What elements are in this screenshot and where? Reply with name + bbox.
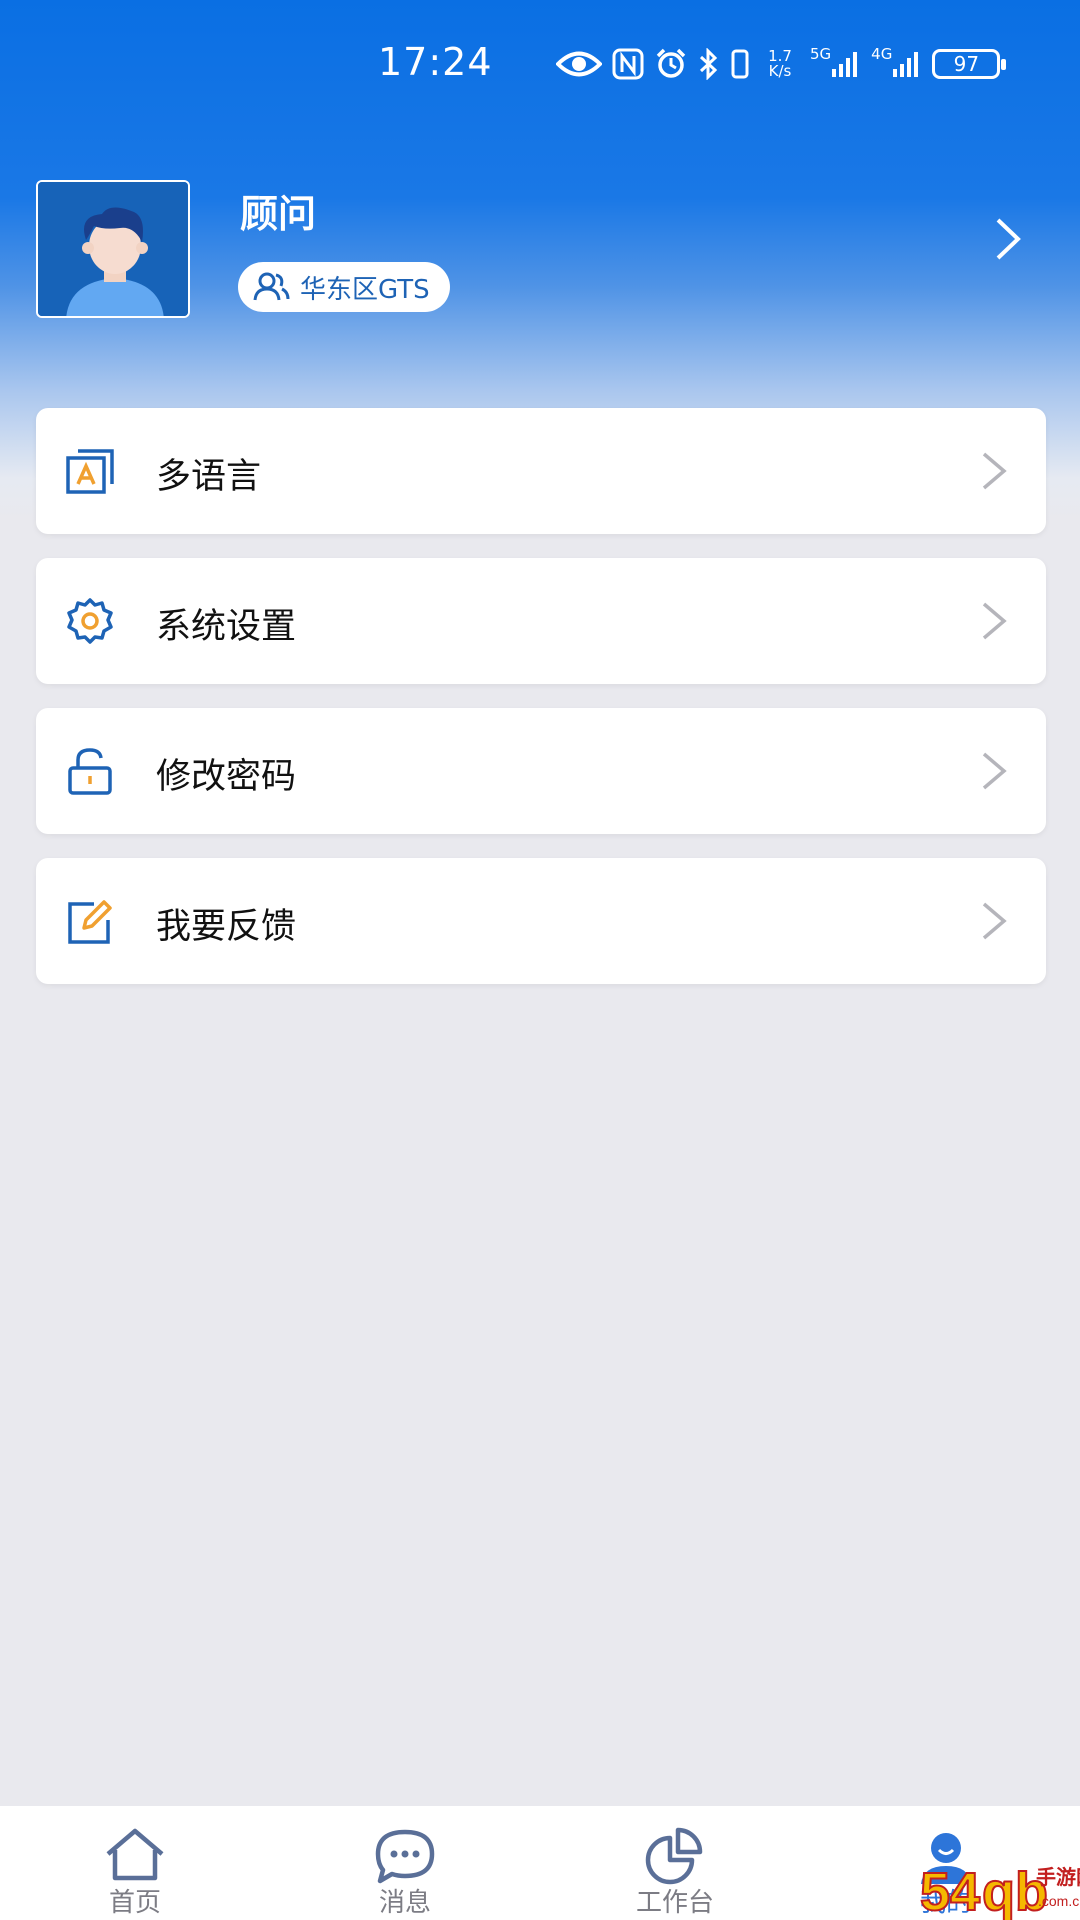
menu-item-system-settings[interactable]: 系统设置 [36,558,1046,684]
department-label: 华东区GTS [300,274,430,305]
battery-level: 97 [953,52,980,76]
unlock-icon [68,748,112,795]
translate-icon [66,449,114,494]
chat-icon [375,1829,435,1884]
signal2-label: 4G [871,45,893,63]
menu-item-language[interactable]: 多语言 [36,408,1046,534]
status-time: 17:24 [378,40,493,84]
chevron-right-icon [982,752,1007,790]
alarm-icon [654,42,688,86]
home-icon [106,1828,164,1881]
menu-label-system-settings: 系统设置 [156,607,297,647]
eye-icon [556,42,602,86]
menu-label-change-password: 修改密码 [156,757,297,797]
nav-label-messages: 消息 [378,1888,431,1918]
bottom-nav: 首页 消息 工作台 我的 [0,1806,1080,1920]
user-avatar-icon [38,182,188,316]
nav-label-workbench: 工作台 [635,1888,714,1918]
watermark-logo: 54 qb 手游网 .com.cn [919,1852,1080,1920]
nav-item-home[interactable]: 首页 [45,1806,225,1920]
svg-text:54: 54 [920,1862,980,1920]
battery-icon: 97 [932,42,1007,86]
menu-item-change-password[interactable]: 修改密码 [36,708,1046,834]
profile-chevron-icon[interactable] [990,214,1026,264]
nav-label-home: 首页 [108,1888,161,1918]
department-badge: 华东区GTS [238,262,450,312]
users-icon [253,272,290,301]
edit-icon [68,900,112,944]
nav-item-workbench[interactable]: 工作台 [585,1806,765,1920]
phone-vibrate-icon [730,42,750,86]
svg-text:手游网: 手游网 [1036,1865,1080,1889]
bluetooth-icon [698,42,720,86]
signal-icon: 5G [810,42,861,86]
avatar[interactable] [36,180,190,318]
chevron-right-icon [982,902,1007,940]
profile-screen: 17:24 1.7 K/s 5G 4G 97 顾问 华东区GTS 多语言 系统设… [0,0,1080,1920]
chevron-right-icon [982,452,1007,490]
profile-name: 顾问 [240,192,317,236]
gear-icon [67,598,113,644]
pie-chart-icon [645,1827,703,1885]
status-bar: 17:24 1.7 K/s 5G 4G 97 [0,0,1080,130]
menu-label-feedback: 我要反馈 [156,907,297,947]
chevron-right-icon [982,602,1007,640]
signal-icon: 4G [871,42,922,86]
nav-item-messages[interactable]: 消息 [315,1806,495,1920]
menu-label-language: 多语言 [156,457,262,497]
net-speed-unit: K/s [768,62,792,80]
menu-item-feedback[interactable]: 我要反馈 [36,858,1046,984]
net-speed: 1.7 K/s [760,42,800,86]
status-icons: 1.7 K/s 5G 4G 97 [556,42,1007,86]
nfc-icon [612,42,644,86]
svg-text:.com.cn: .com.cn [1038,1893,1080,1909]
signal1-label: 5G [810,45,832,63]
